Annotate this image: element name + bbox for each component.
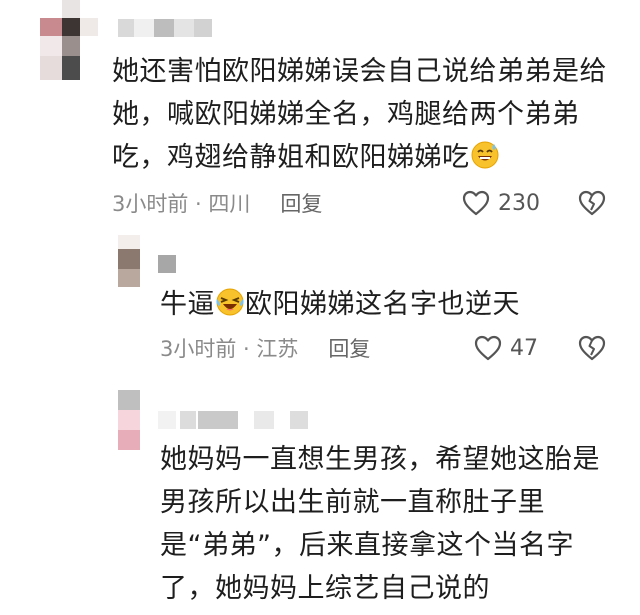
avatar[interactable] (118, 390, 140, 450)
like-button[interactable]: 47 (474, 333, 538, 363)
comment-text-content: 牛逼 (160, 289, 215, 320)
comment-text: 牛逼 欧阳娣娣这名字也逆天 (160, 283, 600, 326)
broken-heart-icon[interactable] (577, 333, 607, 363)
comment-text: 她还害怕欧阳娣娣误会自己说给弟弟是给她，喊欧阳娣娣全名，鸡腿给两个弟弟吃，鸡翅给… (112, 50, 607, 179)
avatar[interactable] (40, 0, 98, 80)
username[interactable] (158, 255, 198, 273)
reply-button[interactable]: 回复 (328, 333, 370, 363)
comment-text-content: 她还害怕欧阳娣娣误会自己说给弟弟是给她，喊欧阳娣娣全名，鸡腿给两个弟弟吃，鸡翅给… (112, 56, 607, 173)
like-count: 230 (498, 190, 540, 216)
comment-meta: 3小时前 · 江苏 回复 (160, 333, 370, 363)
like-button[interactable]: 230 (462, 188, 540, 218)
broken-heart-icon[interactable] (577, 188, 607, 218)
comment-text-content-2: 欧阳娣娣这名字也逆天 (245, 289, 520, 320)
comment-meta: 3小时前 · 四川 回复 (112, 188, 322, 218)
laughing-crying-emoji (215, 287, 245, 317)
heart-icon (462, 190, 490, 216)
comment-2: 牛逼 欧阳娣娣这名字也逆天 3小时前 · 江苏 回复 47 (0, 225, 640, 375)
username[interactable] (158, 411, 358, 429)
reply-button[interactable]: 回复 (280, 188, 322, 218)
avatar[interactable] (118, 235, 140, 287)
time-location: 3小时前 · 四川 (112, 192, 251, 216)
time-location: 3小时前 · 江苏 (160, 337, 299, 361)
heart-icon (474, 335, 502, 361)
comment-1: 她还害怕欧阳娣娣误会自己说给弟弟是给她，喊欧阳娣娣全名，鸡腿给两个弟弟吃，鸡翅给… (0, 0, 640, 225)
comment-text-content: 她妈妈一直想生男孩，希望她这胎是男孩所以出生前就一直称肚子里是“弟弟”，后来直接… (160, 444, 600, 604)
sweat-smile-emoji (470, 140, 500, 170)
username[interactable] (118, 19, 238, 37)
like-count: 47 (510, 335, 538, 361)
comment-3: 她妈妈一直想生男孩，希望她这胎是男孩所以出生前就一直称肚子里是“弟弟”，后来直接… (0, 375, 640, 615)
comment-text: 她妈妈一直想生男孩，希望她这胎是男孩所以出生前就一直称肚子里是“弟弟”，后来直接… (160, 438, 605, 610)
